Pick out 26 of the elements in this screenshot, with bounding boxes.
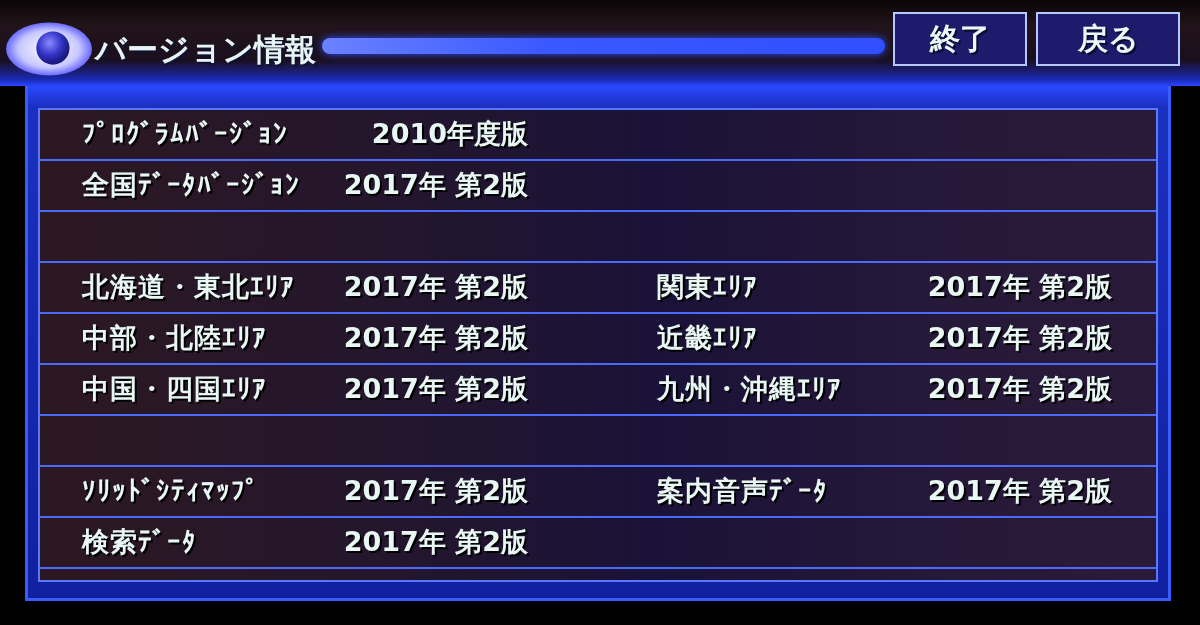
entry-label: 中部・北陸ｴﾘｱ: [82, 321, 268, 356]
entry-label: ﾌﾟﾛｸﾞﾗﾑﾊﾞｰｼﾞｮﾝ: [82, 117, 289, 152]
entry-label: 北海道・東北ｴﾘｱ: [82, 270, 296, 305]
entry-value: 2017年 第2版: [343, 474, 528, 509]
entry-value: 2017年 第2版: [927, 474, 1112, 509]
entry-label: 近畿ｴﾘｱ: [657, 321, 759, 356]
entry-label: 中国・四国ｴﾘｱ: [82, 372, 268, 407]
entry-value: 2010年度版: [371, 117, 528, 152]
entry-value: 2017年 第2版: [343, 525, 528, 560]
entry-value: 2017年 第2版: [343, 321, 528, 356]
screen-title: バージョン情報: [95, 33, 316, 65]
entry-label: 九州・沖縄ｴﾘｱ: [657, 372, 843, 407]
toolbar-button[interactable]: 終了: [893, 12, 1027, 66]
entry-label: 案内音声ﾃﾞｰﾀ: [657, 474, 829, 509]
entry-value: 2017年 第2版: [343, 270, 528, 305]
entry-value: 2017年 第2版: [343, 372, 528, 407]
entry-label: 関東ｴﾘｱ: [657, 270, 759, 305]
entry-label: 検索ﾃﾞｰﾀ: [82, 525, 198, 560]
entry-value: 2017年 第2版: [927, 372, 1112, 407]
entry-label: 全国ﾃﾞｰﾀﾊﾞｰｼﾞｮﾝ: [82, 168, 301, 203]
toolbar-button[interactable]: 戻る: [1036, 12, 1180, 66]
entry-value: 2017年 第2版: [927, 270, 1112, 305]
entry-value: 2017年 第2版: [927, 321, 1112, 356]
entry-label: ｿﾘｯﾄﾞｼﾃｨﾏｯﾌﾟ: [82, 474, 261, 509]
eye-icon: [6, 22, 92, 76]
entry-value: 2017年 第2版: [343, 168, 528, 203]
